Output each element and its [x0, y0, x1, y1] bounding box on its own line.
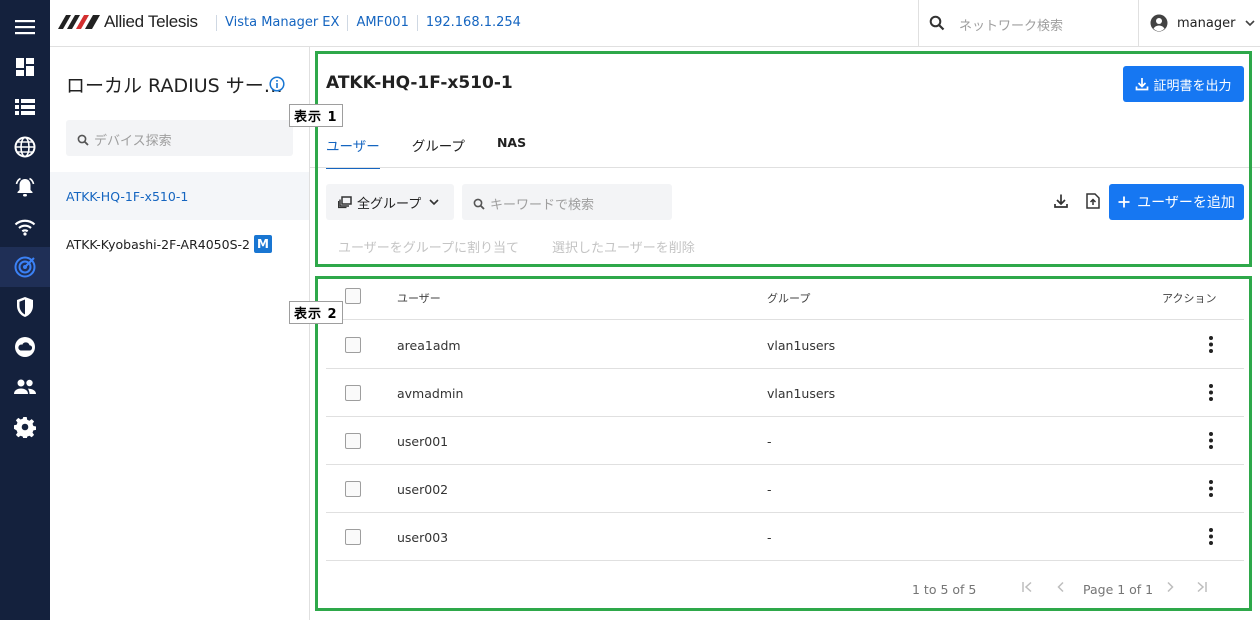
- device-item-kyobashi[interactable]: ATKK-Kyobashi-2F-AR4050S-2 M: [50, 220, 309, 268]
- nav-rail: [0, 0, 50, 620]
- users-icon[interactable]: [0, 367, 50, 407]
- wifi-icon[interactable]: [0, 207, 50, 247]
- brand-logo[interactable]: Allied Telesis: [58, 12, 198, 32]
- breadcrumb-item[interactable]: AMF001: [347, 15, 416, 31]
- search-icon: [77, 131, 89, 150]
- network-search[interactable]: ネットワーク検索: [918, 0, 1139, 47]
- network-search-input[interactable]: ネットワーク検索: [959, 15, 1063, 34]
- top-bar: Allied Telesis Vista Manager EX AMF001 1…: [50, 0, 1260, 47]
- device-search-input[interactable]: デバイス探索: [94, 130, 172, 149]
- sidebar-title: ローカル RADIUS サー…: [66, 75, 283, 97]
- dashboard-icon[interactable]: [0, 47, 50, 87]
- account-icon: [1150, 14, 1168, 32]
- device-name: ATKK-HQ-1F-x510-1: [66, 188, 189, 204]
- search-icon: [929, 15, 945, 35]
- globe-icon[interactable]: [0, 127, 50, 167]
- breadcrumb-item[interactable]: 192.168.1.254: [416, 15, 529, 31]
- settings-icon[interactable]: [0, 407, 50, 447]
- device-item-hq[interactable]: ATKK-HQ-1F-x510-1: [50, 172, 309, 220]
- chevron-down-icon: [1245, 19, 1256, 26]
- shield-icon[interactable]: [0, 287, 50, 327]
- device-name: ATKK-Kyobashi-2F-AR4050S-2: [66, 236, 250, 252]
- breadcrumb: Vista Manager EX AMF001 192.168.1.254: [216, 15, 529, 31]
- radius-icon[interactable]: [0, 247, 50, 287]
- callout-label-2: 表示 2: [289, 301, 343, 324]
- alarm-icon[interactable]: [0, 167, 50, 207]
- user-menu[interactable]: manager: [1150, 14, 1256, 32]
- highlight-area-1: [315, 51, 1252, 267]
- cloud-icon[interactable]: [0, 327, 50, 367]
- callout-label-1: 表示 1: [289, 104, 343, 127]
- info-icon[interactable]: [269, 76, 285, 96]
- user-name: manager: [1177, 15, 1236, 31]
- brand-name: Allied Telesis: [104, 12, 198, 31]
- menu-icon[interactable]: [0, 7, 50, 47]
- allied-telesis-logo-icon: [58, 15, 100, 29]
- device-sidebar: ローカル RADIUS サー… デバイス探索 ATKK-HQ-1F-x510-1…: [50, 47, 310, 620]
- device-search[interactable]: デバイス探索: [66, 120, 293, 156]
- highlight-area-2: [315, 276, 1252, 611]
- managed-badge: M: [253, 235, 272, 253]
- breadcrumb-item[interactable]: Vista Manager EX: [216, 15, 347, 31]
- list-icon[interactable]: [0, 87, 50, 127]
